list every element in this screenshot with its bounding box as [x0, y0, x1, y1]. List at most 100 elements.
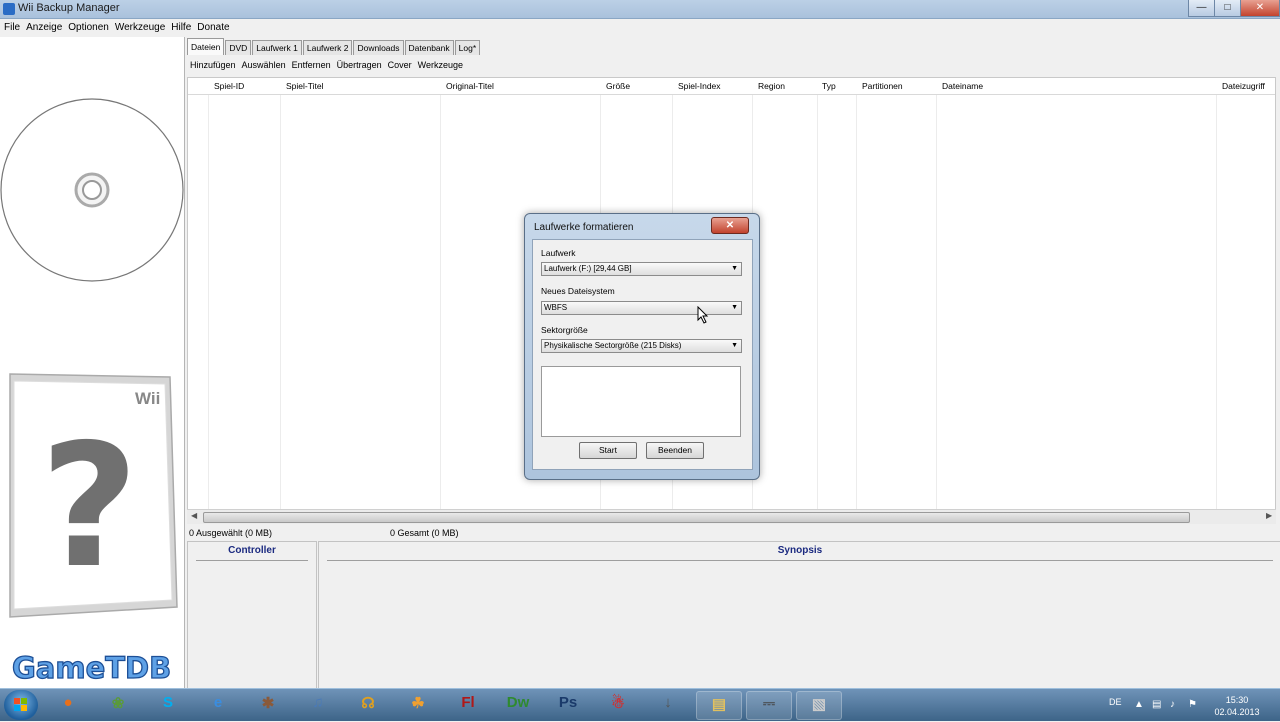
- taskbar-button[interactable]: ☃: [596, 691, 640, 718]
- beenden-button[interactable]: Beenden: [646, 442, 704, 459]
- close-button[interactable]: ✕: [1240, 0, 1280, 17]
- dialog-title: Laufwerke formatieren: [534, 222, 634, 233]
- table-header: Spiel-ID Spiel-Titel Original-Titel Größ…: [188, 78, 1275, 95]
- scrollbar-thumb[interactable]: [203, 512, 1190, 523]
- format-drives-dialog: Laufwerke formatieren ✕ Laufwerk Laufwer…: [524, 213, 760, 480]
- taskbar-button[interactable]: ↓: [646, 691, 690, 718]
- sector-size-label: Sektorgröße: [541, 325, 588, 335]
- synopsis-title: Synopsis: [777, 545, 823, 556]
- santa-icon: ☃: [611, 695, 625, 712]
- tab-strip: Dateien DVD Laufwerk 1 Laufwerk 2 Downloads D…: [187, 38, 481, 55]
- itunes-icon: ♫: [312, 694, 324, 711]
- start-button[interactable]: [4, 690, 38, 720]
- column-groesse[interactable]: Größe: [606, 81, 630, 91]
- wii-backup-icon: ▧: [811, 696, 827, 713]
- tab-dateien[interactable]: Dateien: [187, 38, 225, 55]
- status-bar: 0 Ausgewählt (0 MB) 0 Gesamt (0 MB): [187, 527, 1280, 541]
- column-typ[interactable]: Typ: [822, 81, 836, 91]
- mouse-cursor-icon: [697, 306, 709, 324]
- dialog-body: Laufwerk Laufwerk (F:) [29,44 GB] ▼ Neues…: [532, 239, 753, 470]
- tab-downloads[interactable]: Downloads: [353, 40, 404, 55]
- taskbar-button[interactable]: ☊: [346, 691, 390, 718]
- folder-icon: ▤: [711, 696, 727, 713]
- dialog-log-area[interactable]: [541, 366, 741, 437]
- column-partitionen[interactable]: Partitionen: [862, 81, 903, 91]
- column-dateizugriff[interactable]: Dateizugriff: [1222, 81, 1265, 91]
- menu-donate[interactable]: Donate: [197, 22, 229, 33]
- tab-log[interactable]: Log*: [454, 40, 481, 55]
- skype-icon: S: [162, 694, 173, 711]
- tab-laufwerk-1[interactable]: Laufwerk 1: [252, 40, 302, 55]
- minimize-button[interactable]: —: [1188, 0, 1215, 17]
- toolbar-transfer[interactable]: Übertragen: [337, 60, 382, 70]
- gametdb-logo: GameTDB: [12, 651, 171, 685]
- windows-logo-icon: [14, 698, 27, 711]
- column-dateiname[interactable]: Dateiname: [942, 81, 983, 91]
- toolbar-add[interactable]: Hinzufügen: [190, 60, 236, 70]
- app-icon: [3, 3, 15, 15]
- scroll-right-icon[interactable]: ▶: [1266, 511, 1272, 520]
- taskbar-button[interactable]: ▧: [796, 691, 842, 720]
- chevron-down-icon: ▼: [731, 342, 738, 349]
- taskbar-button[interactable]: ▤: [696, 691, 742, 720]
- volume-icon[interactable]: ♪: [1170, 699, 1175, 710]
- game-icon: ❀: [111, 695, 125, 712]
- taskbar-button[interactable]: Fl: [446, 691, 490, 718]
- menu-file[interactable]: File: [4, 22, 20, 33]
- synopsis-panel: Synopsis: [318, 541, 1280, 689]
- column-original-titel[interactable]: Original-Titel: [446, 81, 494, 91]
- toolbar-cover[interactable]: Cover: [388, 60, 412, 70]
- sector-size-select[interactable]: Physikalische Sectorgröße (215 Disks) ▼: [541, 339, 742, 353]
- column-spiel-index[interactable]: Spiel-Index: [678, 81, 721, 91]
- taskbar-button[interactable]: e: [196, 691, 240, 718]
- taskbar-button[interactable]: Dw: [496, 691, 540, 718]
- tab-datenbank[interactable]: Datenbank: [404, 40, 454, 55]
- start-button[interactable]: Start: [579, 442, 637, 459]
- taskbar-button[interactable]: ⎓: [746, 691, 792, 720]
- network-icon[interactable]: ▤: [1152, 699, 1161, 710]
- tray-arrow-icon[interactable]: ▲: [1134, 699, 1144, 710]
- taskbar-button[interactable]: Ps: [546, 691, 590, 718]
- taskbar-button[interactable]: ✱: [246, 691, 290, 718]
- spider-icon: ✱: [261, 695, 275, 712]
- question-mark-icon: ?: [40, 408, 139, 606]
- sector-size-select-value: Physikalische Sectorgröße (215 Disks): [544, 341, 682, 350]
- column-spiel-titel[interactable]: Spiel-Titel: [286, 81, 323, 91]
- firefox-icon: ●: [63, 694, 73, 711]
- taskbar-button[interactable]: ❀: [96, 691, 140, 718]
- filesystem-select[interactable]: WBFS ▼: [541, 301, 742, 315]
- toolbar-tools[interactable]: Werkzeuge: [418, 60, 463, 70]
- headset-icon: ☊: [361, 695, 375, 712]
- scroll-left-icon[interactable]: ◀: [191, 511, 197, 520]
- drive-select-value: Laufwerk (F:) [29,44 GB]: [544, 264, 632, 273]
- clock[interactable]: 15:30 02.04.2013: [1214, 694, 1260, 718]
- menu-anzeige[interactable]: Anzeige: [26, 22, 62, 33]
- toolbar-remove[interactable]: Entfernen: [292, 60, 331, 70]
- controller-title: Controller: [228, 545, 276, 556]
- flag-icon[interactable]: ⚑: [1188, 699, 1197, 710]
- status-total: 0 Gesamt (0 MB): [390, 528, 459, 538]
- taskbar-button[interactable]: ●: [46, 691, 90, 718]
- menu-hilfe[interactable]: Hilfe: [171, 22, 191, 33]
- taskbar-button[interactable]: ♫: [296, 691, 340, 718]
- taskbar-button[interactable]: ☘: [396, 691, 440, 718]
- microphone-icon: ↓: [664, 694, 672, 711]
- menu-optionen[interactable]: Optionen: [68, 22, 109, 33]
- window-title: Wii Backup Manager: [18, 2, 120, 14]
- menu-werkzeuge[interactable]: Werkzeuge: [115, 22, 165, 33]
- drive-select[interactable]: Laufwerk (F:) [29,44 GB] ▼: [541, 262, 742, 276]
- column-spiel-id[interactable]: Spiel-ID: [214, 81, 244, 91]
- wii-brand-label: Wii: [135, 389, 160, 408]
- column-region[interactable]: Region: [758, 81, 785, 91]
- maximize-button[interactable]: □: [1214, 0, 1241, 17]
- toolbar-select[interactable]: Auswählen: [242, 60, 286, 70]
- language-indicator[interactable]: DE: [1109, 697, 1122, 707]
- dialog-close-button[interactable]: ✕: [711, 217, 749, 234]
- taskbar-button[interactable]: S: [146, 691, 190, 718]
- tab-laufwerk-2[interactable]: Laufwerk 2: [302, 40, 353, 55]
- system-tray: DE ▲ ▤ ♪ ⚑ 15:30 02.04.2013: [1108, 692, 1280, 720]
- horizontal-scrollbar[interactable]: ◀ ▶: [187, 509, 1276, 524]
- dreamweaver-icon: Dw: [506, 694, 530, 711]
- chevron-down-icon: ▼: [731, 265, 738, 272]
- tab-dvd[interactable]: DVD: [225, 40, 252, 55]
